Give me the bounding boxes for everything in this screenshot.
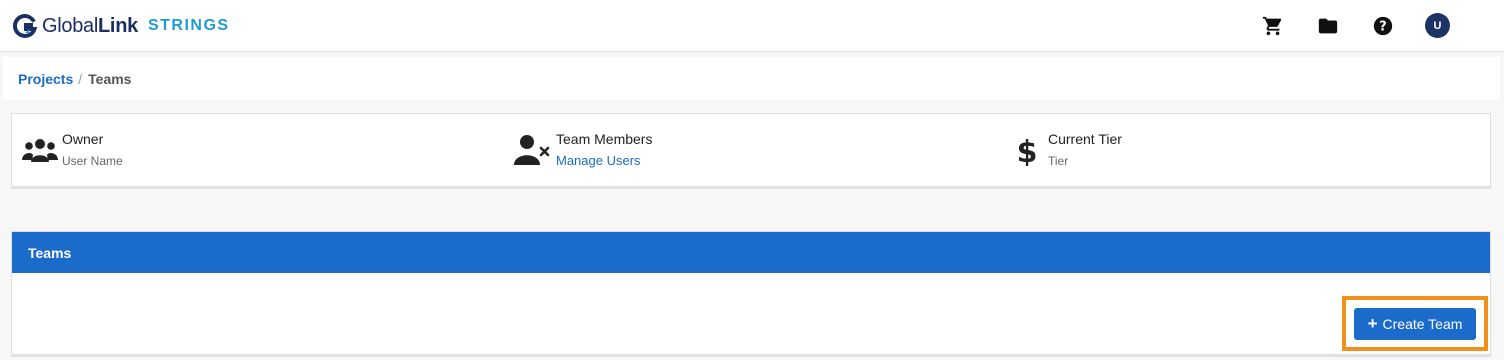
current-tier-label: Current Tier — [1048, 131, 1122, 147]
brand-name: GlobalLink — [42, 14, 138, 37]
owner-info: Owner User Name — [22, 130, 123, 169]
owner-label: Owner — [62, 131, 104, 147]
brand-product: STRINGS — [147, 17, 230, 34]
breadcrumb-current: Teams — [88, 70, 132, 87]
dollar-icon: $ — [1018, 130, 1048, 168]
teams-panel: Teams + Create Team — [11, 231, 1491, 357]
create-team-highlight: + Create Team — [1342, 296, 1488, 351]
top-navbar: GlobalLink STRINGS ? U — [0, 0, 1504, 52]
folder-icon[interactable] — [1316, 14, 1340, 38]
current-tier-value: Tier — [1048, 154, 1069, 168]
brand-logo-link[interactable]: GlobalLink STRINGS — [12, 12, 230, 40]
create-team-label: Create Team — [1382, 315, 1463, 332]
team-info-card: Owner User Name Team Members Manage User… — [11, 113, 1491, 189]
breadcrumb-separator: / — [78, 70, 83, 87]
breadcrumb: Projects / Teams — [3, 57, 1500, 100]
users-icon — [22, 130, 62, 168]
manage-users-link[interactable]: Manage Users — [556, 153, 652, 169]
user-avatar[interactable]: U — [1425, 13, 1450, 38]
plus-icon: + — [1367, 313, 1378, 333]
teams-panel-header: Teams — [12, 232, 1490, 273]
team-members-info: Team Members Manage Users — [514, 130, 652, 169]
svg-text:$: $ — [1018, 135, 1036, 166]
create-team-button[interactable]: + Create Team — [1354, 307, 1476, 340]
user-remove-icon — [514, 130, 556, 168]
svg-text:?: ? — [1379, 20, 1386, 35]
owner-value: User Name — [62, 154, 123, 168]
breadcrumb-projects-link[interactable]: Projects — [18, 71, 73, 87]
current-tier-info: $ Current Tier Tier — [1018, 130, 1122, 169]
help-icon[interactable]: ? — [1371, 14, 1395, 38]
globallink-logo-icon — [12, 14, 38, 38]
cart-icon[interactable] — [1261, 14, 1285, 38]
team-members-label: Team Members — [556, 131, 653, 147]
